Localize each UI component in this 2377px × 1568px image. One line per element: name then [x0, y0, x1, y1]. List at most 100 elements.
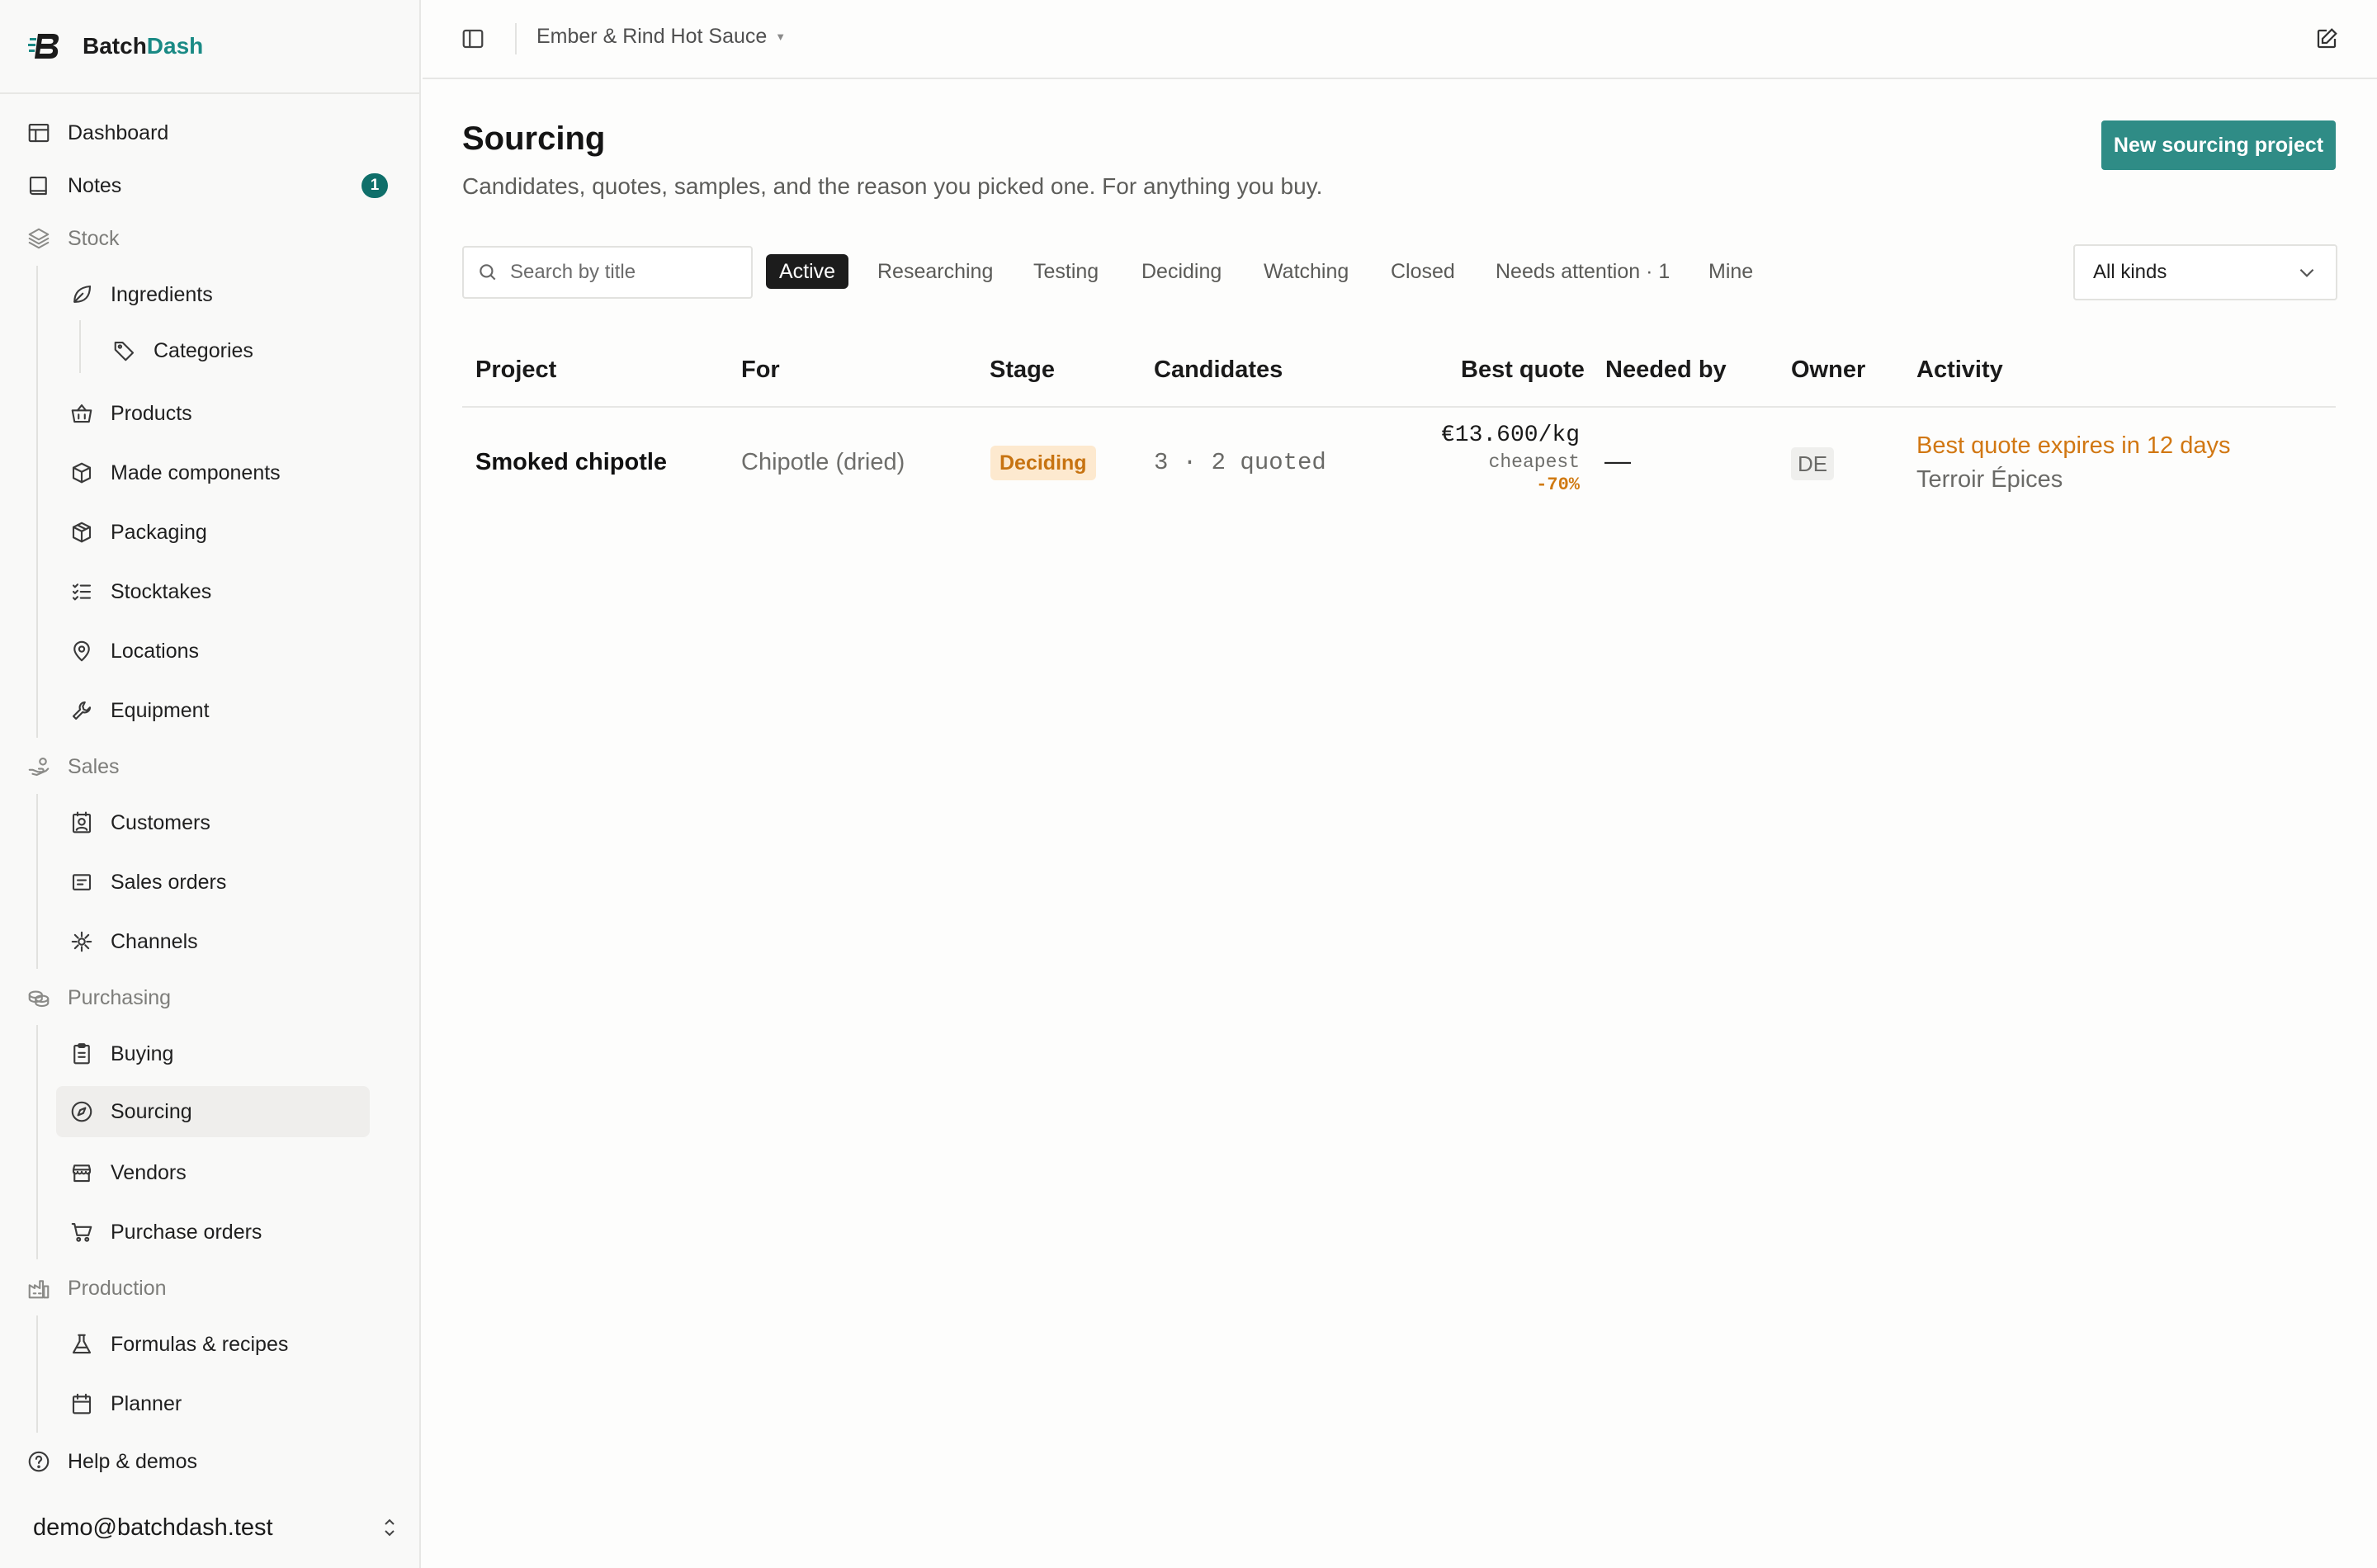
- sidebar-group-sales[interactable]: Sales: [26, 741, 399, 792]
- sidebar-item-planner[interactable]: Planner: [56, 1378, 370, 1429]
- new-sourcing-project-button[interactable]: New sourcing project: [2101, 120, 2336, 170]
- column-header-candidates[interactable]: Candidates: [1154, 357, 1283, 384]
- sidebar-item-label: Stocktakes: [111, 579, 212, 603]
- sidebar-item-label: Customers: [111, 810, 210, 834]
- tree-line: [36, 266, 38, 738]
- sidebar-item-label: Packaging: [111, 520, 207, 544]
- tab-mine[interactable]: Mine: [1708, 254, 1753, 289]
- candidates-count: 3 · 2 quoted: [1154, 449, 1326, 476]
- contact-icon: [72, 811, 92, 834]
- tree-line: [36, 1025, 38, 1259]
- sidebar-group-stock[interactable]: Stock: [26, 213, 399, 264]
- tab-researching[interactable]: Researching: [877, 254, 993, 289]
- sidebar-item-label: Ingredients: [111, 282, 213, 306]
- column-header-needed-by[interactable]: Needed by: [1605, 357, 1727, 384]
- sidebar-item-categories[interactable]: Categories: [97, 325, 370, 376]
- leaf-icon: [73, 285, 92, 303]
- tab-testing[interactable]: Testing: [1033, 254, 1099, 289]
- sidebar-item-packaging[interactable]: Packaging: [56, 507, 370, 558]
- sidebar-item-vendors[interactable]: Vendors: [56, 1147, 370, 1198]
- sidebar-item-purchase-orders[interactable]: Purchase orders: [56, 1207, 370, 1258]
- sidebar-item-notes[interactable]: Notes 1: [26, 160, 399, 211]
- kind-select[interactable]: All kinds: [2073, 244, 2337, 300]
- sidebar-item-label: Products: [111, 401, 192, 425]
- sidebar-item-sales-orders[interactable]: Sales orders: [56, 857, 370, 908]
- column-header-activity[interactable]: Activity: [1916, 357, 2003, 384]
- sidebar-group-label: Production: [68, 1276, 167, 1300]
- factory-icon: [28, 1280, 50, 1299]
- activity-alert: Best quote expires in 12 days: [1916, 432, 2231, 459]
- sidebar-item-help[interactable]: Help & demos: [26, 1436, 399, 1487]
- column-header-for[interactable]: For: [741, 357, 780, 384]
- tree-line: [36, 1315, 38, 1433]
- sidebar-item-buying[interactable]: Buying: [56, 1028, 370, 1079]
- user-email: demo@batchdash.test: [33, 1514, 273, 1541]
- table-header-divider: [462, 406, 2336, 408]
- sidebar-group-label: Purchasing: [68, 985, 172, 1009]
- package-icon: [72, 522, 92, 543]
- sidebar-item-sourcing[interactable]: Sourcing: [56, 1086, 370, 1137]
- sidebar-item-locations[interactable]: Locations: [56, 626, 370, 677]
- box-icon: [72, 462, 92, 484]
- sidebar-item-dashboard[interactable]: Dashboard: [26, 107, 399, 158]
- chevron-down-icon: [2299, 268, 2314, 277]
- brand[interactable]: BatchDash: [28, 25, 203, 68]
- best-quote-price: €13.600/kg: [1440, 423, 1580, 448]
- map-pin-icon: [73, 640, 90, 662]
- tag-icon: [114, 341, 135, 361]
- sidebar-item-label: Dashboard: [68, 120, 169, 144]
- account-switcher[interactable]: demo@batchdash.test: [33, 1507, 399, 1548]
- sidebar-item-label: Locations: [111, 639, 200, 663]
- panel-left-icon: [462, 29, 484, 49]
- sidebar-item-formulas[interactable]: Formulas & recipes: [56, 1319, 370, 1370]
- search-icon: [480, 264, 496, 281]
- sidebar-group-production[interactable]: Production: [26, 1263, 399, 1314]
- for-item: Chipotle (dried): [741, 449, 905, 475]
- sidebar-item-label: Vendors: [111, 1160, 187, 1184]
- flask-icon: [72, 1334, 92, 1354]
- column-header-project[interactable]: Project: [475, 357, 556, 384]
- clipboard-icon: [73, 1043, 90, 1065]
- needed-by: —: [1604, 446, 1631, 475]
- sidebar-item-label: Sourcing: [111, 1099, 192, 1123]
- tab-watching[interactable]: Watching: [1264, 254, 1349, 289]
- sidebar-item-customers[interactable]: Customers: [56, 797, 370, 848]
- project-name[interactable]: Smoked chipotle: [475, 449, 667, 476]
- sidebar-item-label: Formulas & recipes: [111, 1332, 289, 1356]
- column-header-stage[interactable]: Stage: [990, 357, 1055, 384]
- kind-select-value: All kinds: [2093, 261, 2167, 283]
- sidebar-group-purchasing[interactable]: Purchasing: [26, 972, 399, 1023]
- sidebar-item-stocktakes[interactable]: Stocktakes: [56, 566, 370, 617]
- column-header-owner[interactable]: Owner: [1791, 357, 1865, 384]
- best-quote-delta: -70%: [1536, 475, 1580, 495]
- tab-active[interactable]: Active: [766, 254, 849, 289]
- compass-icon: [71, 1101, 92, 1122]
- sidebar-item-label: Notes: [68, 173, 122, 197]
- column-header-best-quote[interactable]: Best quote: [1461, 357, 1585, 384]
- sidebar-item-ingredients[interactable]: Ingredients: [56, 269, 370, 320]
- sidebar-item-label: Sales orders: [111, 870, 227, 894]
- compose-button[interactable]: [2314, 26, 2339, 51]
- org-name: Ember & Rind Hot Sauce: [536, 25, 768, 48]
- tab-deciding[interactable]: Deciding: [1141, 254, 1222, 289]
- sidebar-item-label: Planner: [111, 1391, 182, 1415]
- tab-closed[interactable]: Closed: [1391, 254, 1455, 289]
- sidebar-item-channels[interactable]: Channels: [56, 916, 370, 967]
- tree-line: [36, 794, 38, 969]
- calendar-icon: [72, 1393, 92, 1415]
- sidebar-item-made-components[interactable]: Made components: [56, 447, 370, 498]
- page-subtitle: Candidates, quotes, samples, and the rea…: [462, 173, 1323, 199]
- sidebar-item-products[interactable]: Products: [56, 388, 370, 439]
- sidebar-item-label: Purchase orders: [111, 1220, 262, 1244]
- search-box[interactable]: [462, 246, 753, 299]
- owner-avatar: DE: [1791, 447, 1835, 480]
- divider: [515, 23, 517, 54]
- sidebar-item-equipment[interactable]: Equipment: [56, 685, 370, 736]
- tab-needs-attention[interactable]: Needs attention · 1: [1496, 254, 1670, 289]
- sidebar-group-label: Sales: [68, 754, 120, 778]
- org-switcher[interactable]: Ember & Rind Hot Sauce ▼: [536, 25, 786, 49]
- search-input[interactable]: [510, 261, 741, 284]
- sidebar-toggle-button[interactable]: [461, 26, 485, 51]
- stage-badge: Deciding: [990, 446, 1096, 480]
- brand-name: BatchDash: [83, 33, 204, 59]
